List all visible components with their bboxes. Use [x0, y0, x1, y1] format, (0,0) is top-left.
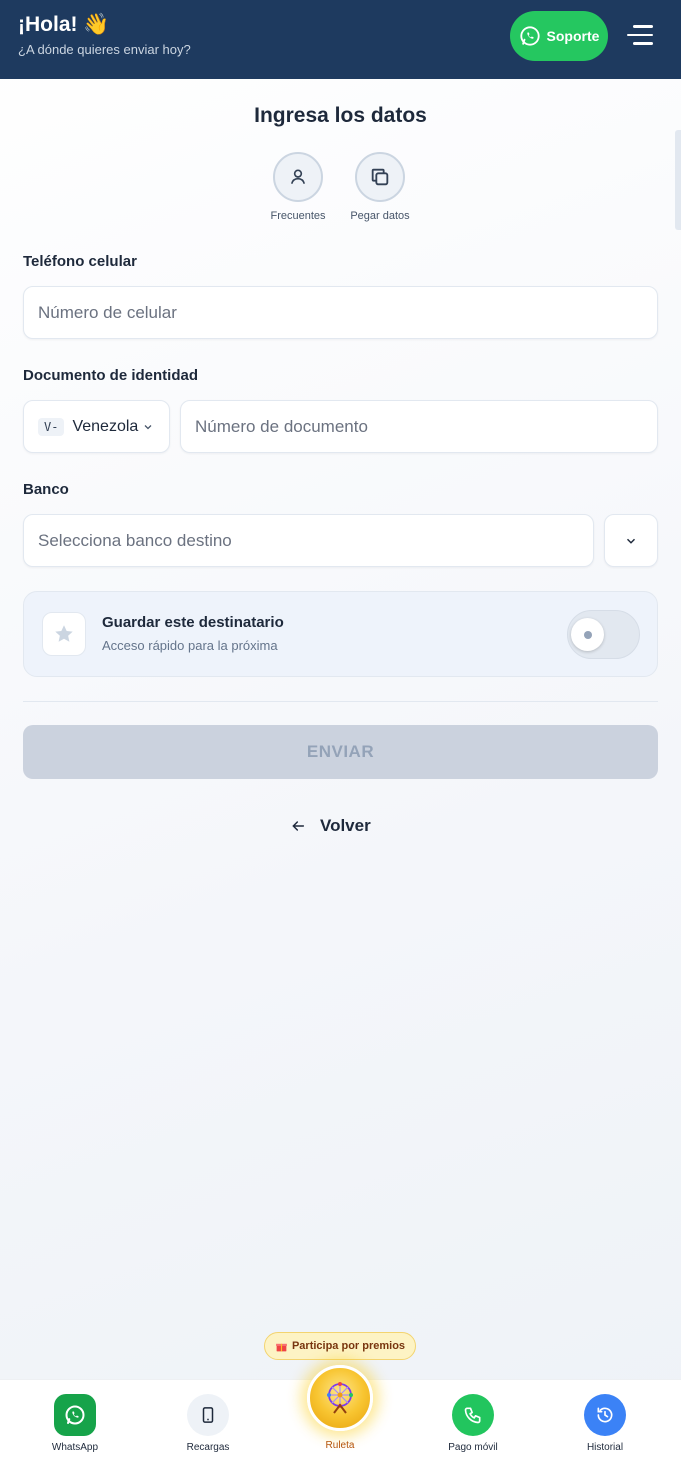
hamburger-menu-icon[interactable] — [627, 25, 653, 47]
document-number-input[interactable] — [195, 416, 657, 437]
back-label: Volver — [320, 816, 371, 835]
document-label: Documento de identidad — [23, 367, 199, 384]
toggle-knob — [571, 618, 604, 651]
support-button[interactable]: Soporte — [510, 11, 608, 61]
whatsapp-icon — [519, 26, 540, 46]
page-title: Ingresa los datos — [254, 104, 427, 127]
frequent-contacts-button[interactable]: Frecuentes — [258, 152, 338, 222]
back-button[interactable]: Volver — [290, 812, 371, 840]
nav-historial[interactable]: Historial — [560, 1394, 650, 1453]
phone-input[interactable] — [38, 302, 657, 323]
chevron-down-icon — [144, 424, 152, 429]
bank-label: Banco — [23, 481, 69, 498]
divider — [23, 701, 658, 702]
support-label: Soporte — [546, 28, 600, 44]
greeting-block: ¡Hola! 👋 ¿A dónde quieres enviar hoy? — [18, 12, 191, 59]
document-number-field[interactable] — [180, 400, 658, 453]
paste-data-label: Pegar datos — [350, 210, 410, 222]
send-button[interactable]: ENVIAR — [23, 725, 658, 779]
greeting-subtitle: ¿A dónde quieres enviar hoy? — [18, 42, 191, 57]
user-icon — [273, 152, 323, 202]
nav-ruleta-label: Ruleta — [325, 1440, 355, 1451]
top-header: ¡Hola! 👋 ¿A dónde quieres enviar hoy? So… — [0, 0, 681, 79]
ferris-wheel-icon — [327, 1382, 353, 1414]
call-icon — [452, 1394, 494, 1436]
arrow-left-icon — [292, 821, 305, 831]
copy-icon — [355, 152, 405, 202]
nav-historial-label: Historial — [586, 1442, 624, 1453]
whatsapp-icon — [54, 1394, 96, 1436]
document-country: Venezola — [72, 417, 139, 435]
nav-recargas[interactable]: Recargas — [163, 1394, 253, 1453]
nav-whatsapp[interactable]: WhatsApp — [30, 1394, 120, 1453]
bank-input[interactable] — [38, 530, 593, 551]
chevron-down-icon — [626, 538, 636, 544]
nav-ruleta[interactable] — [307, 1365, 373, 1431]
bank-dropdown-button[interactable] — [604, 514, 658, 567]
nav-pago-movil[interactable]: Pago móvil — [428, 1394, 518, 1453]
phone-label: Teléfono celular — [23, 253, 137, 270]
nav-pago-movil-label: Pago móvil — [448, 1442, 498, 1453]
paste-data-button[interactable]: Pegar datos — [340, 152, 420, 222]
nav-recargas-label: Recargas — [186, 1442, 230, 1453]
promo-badge[interactable]: Participa por premios — [264, 1332, 416, 1360]
nav-whatsapp-label: WhatsApp — [51, 1442, 99, 1453]
frequent-contacts-label: Frecuentes — [270, 210, 326, 222]
save-recipient-toggle[interactable] — [567, 610, 640, 659]
phone-field[interactable] — [23, 286, 658, 339]
bank-field[interactable] — [23, 514, 594, 567]
scroll-indicator — [675, 130, 681, 230]
history-icon — [584, 1394, 626, 1436]
save-recipient-subtitle: Acceso rápido para la próxima — [102, 638, 278, 653]
phone-device-icon — [187, 1394, 229, 1436]
save-recipient-title: Guardar este destinatario — [102, 614, 284, 631]
save-recipient-card: Guardar este destinatario Acceso rápido … — [23, 591, 658, 677]
gift-icon — [276, 1343, 287, 1351]
promo-label: Participa por premios — [291, 1340, 406, 1352]
star-icon — [42, 612, 86, 656]
document-prefix: V- — [38, 417, 65, 436]
greeting-title: ¡Hola! 👋 — [18, 13, 110, 36]
document-type-select[interactable]: V- Venezola — [23, 400, 170, 453]
